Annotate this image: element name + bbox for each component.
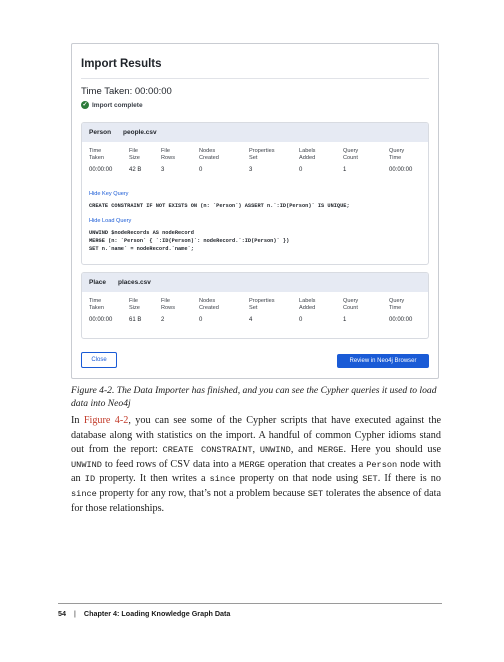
stat-header: Query Time [389, 298, 405, 311]
text-run: In [71, 415, 84, 426]
text-run: operation that creates a [264, 458, 367, 470]
stat-value: 3 [161, 167, 165, 173]
dialog-title: Import Results [81, 58, 162, 70]
load-query-code: UNWIND $nodeRecords AS nodeRecord MERGE … [89, 230, 290, 252]
inline-code: SET [307, 488, 324, 499]
import-results-screenshot: Import Results Time Taken: 00:00:00 ✓ Im… [71, 43, 439, 379]
stat-value: 0 [299, 167, 303, 173]
stat-value: 0 [199, 167, 203, 173]
text-run: , [252, 444, 260, 456]
key-query-code: CREATE CONSTRAINT IF NOT EXISTS ON (n: `… [89, 203, 350, 209]
stat-header: Labels Added [299, 148, 316, 161]
stat-value: 2 [161, 317, 165, 323]
inline-code: since [209, 474, 236, 485]
body-paragraph: In Figure 4-2, you can see some of the C… [71, 414, 441, 516]
hide-load-query-link[interactable]: Hide Load Query [89, 218, 131, 224]
inline-code: UNWIND [259, 445, 291, 456]
stat-value: 00:00:00 [389, 317, 413, 323]
stat-value: 0 [199, 317, 203, 323]
place-import-card: Place places.csv Time Taken File Size Fi… [81, 272, 429, 339]
stat-value: 1 [343, 167, 347, 173]
stat-header: File Size [129, 298, 140, 311]
card-file: people.csv [123, 129, 157, 136]
stat-header: Query Time [389, 148, 405, 161]
text-run: , and [290, 444, 318, 456]
stat-value: 1 [343, 317, 347, 323]
stats-grid: Time Taken File Size File Rows Nodes Cre… [82, 292, 428, 323]
inline-code: since [71, 488, 97, 499]
text-run: . Here you should use [343, 444, 441, 456]
stat-header: Nodes Created [199, 298, 219, 311]
card-label: Person [89, 129, 112, 136]
figure-caption: Figure 4-2. The Data Importer has finish… [71, 385, 437, 409]
review-in-browser-button[interactable]: Review in Neo4j Browser [337, 354, 429, 368]
card-file: places.csv [118, 279, 151, 286]
stat-header: File Size [129, 148, 140, 161]
card-header: Place places.csv [82, 273, 428, 292]
import-status: ✓ Import complete [81, 101, 143, 109]
time-taken: Time Taken: 00:00:00 [81, 86, 172, 97]
stat-header: File Rows [161, 148, 175, 161]
stat-value: 0 [299, 317, 303, 323]
text-run: property for any row, that’s not a probl… [96, 487, 308, 499]
text-run: property. It then writes a [95, 473, 210, 485]
stat-value: 4 [249, 317, 253, 323]
hide-key-query-link[interactable]: Hide Key Query [89, 191, 128, 197]
text-run: to feed rows of CSV data into a [101, 458, 240, 470]
check-circle-icon: ✓ [81, 101, 89, 109]
stat-header: Properties Set [249, 298, 275, 311]
stat-header: Nodes Created [199, 148, 219, 161]
inline-code: SET [362, 474, 378, 485]
stat-value: 3 [249, 167, 253, 173]
inline-code: MERGE [317, 445, 344, 456]
stat-header: Time Taken [89, 148, 104, 161]
stat-value: 00:00:00 [389, 167, 413, 173]
figure-reference-link[interactable]: Figure 4-2 [84, 415, 129, 426]
divider [81, 78, 429, 79]
stat-header: Time Taken [89, 298, 104, 311]
page-number: 54 [58, 609, 66, 618]
stat-value: 42 B [129, 167, 142, 173]
stat-header: Query Count [343, 148, 359, 161]
stat-header: Query Count [343, 298, 359, 311]
text-run: . If there is no [377, 473, 441, 485]
inline-code: UNWIND [71, 459, 102, 470]
card-label: Place [89, 279, 106, 286]
inline-code: Person [366, 459, 398, 470]
stat-header: Labels Added [299, 298, 316, 311]
stat-value: 00:00:00 [89, 317, 113, 323]
inline-code: MERGE [239, 459, 265, 470]
stats-grid: Time Taken File Size File Rows Nodes Cre… [82, 142, 428, 173]
footer-rule [58, 603, 442, 604]
stat-value: 00:00:00 [89, 167, 113, 173]
stat-header: Properties Set [249, 148, 275, 161]
inline-code: ID [84, 474, 96, 485]
text-run: property on that node using [235, 473, 363, 485]
person-import-card: Person people.csv Time Taken File Size F… [81, 122, 429, 265]
card-header: Person people.csv [82, 123, 428, 142]
inline-code: CREATE CONSTRAINT [162, 445, 253, 456]
stat-header: File Rows [161, 298, 175, 311]
footer-separator: | [74, 609, 76, 618]
page-footer: 54 | Chapter 4: Loading Knowledge Graph … [58, 609, 230, 618]
chapter-title: Chapter 4: Loading Knowledge Graph Data [83, 609, 231, 618]
import-status-text: Import complete [92, 101, 143, 109]
close-button[interactable]: Close [81, 352, 117, 368]
stat-value: 61 B [129, 317, 142, 323]
